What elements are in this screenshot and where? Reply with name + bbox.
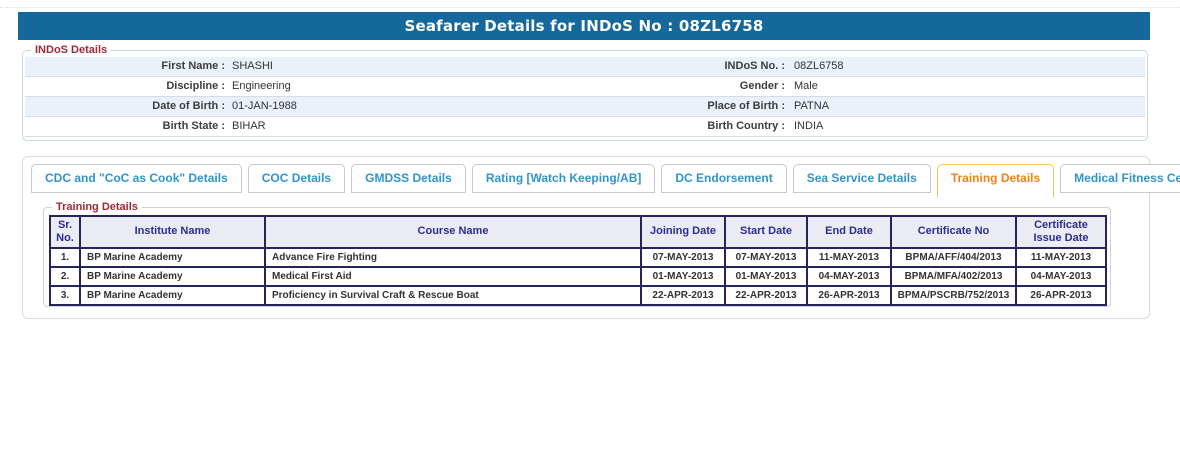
indos-rows: First Name :SHASHIINDoS No. :08ZL6758Dis… bbox=[25, 57, 1145, 137]
tab-dc-endorsement[interactable]: DC Endorsement bbox=[661, 164, 786, 193]
column-header: Certificate No bbox=[891, 216, 1016, 248]
page-title-bar: Seafarer Details for INDoS No : 08ZL6758 bbox=[18, 12, 1150, 40]
field-value: Male bbox=[785, 77, 1145, 96]
tab-gmdss-details[interactable]: GMDSS Details bbox=[351, 164, 466, 193]
table-cell: 07-MAY-2013 bbox=[641, 248, 725, 267]
indos-row: First Name :SHASHIINDoS No. :08ZL6758 bbox=[25, 57, 1145, 77]
column-header: Institute Name bbox=[80, 216, 265, 248]
table-cell: BPMA/MFA/402/2013 bbox=[891, 267, 1016, 286]
table-cell: 11-MAY-2013 bbox=[1016, 248, 1106, 267]
field-value: 08ZL6758 bbox=[785, 57, 1145, 76]
table-cell: 3. bbox=[50, 286, 80, 305]
training-details-section: Training Details Sr. No.Institute NameCo… bbox=[43, 201, 1111, 307]
training-table: Sr. No.Institute NameCourse NameJoining … bbox=[49, 215, 1107, 306]
column-header: Joining Date bbox=[641, 216, 725, 248]
table-row: 2.BP Marine AcademyMedical First Aid01-M… bbox=[50, 267, 1106, 286]
field-label: Place of Birth : bbox=[577, 97, 785, 116]
top-divider bbox=[0, 7, 1180, 8]
table-cell: 07-MAY-2013 bbox=[725, 248, 807, 267]
field-value: 01-JAN-1988 bbox=[225, 97, 577, 116]
indos-section-title: INDoS Details bbox=[31, 44, 111, 56]
column-header: Start Date bbox=[725, 216, 807, 248]
table-row: 1.BP Marine AcademyAdvance Fire Fighting… bbox=[50, 248, 1106, 267]
field-label: INDoS No. : bbox=[577, 57, 785, 76]
tab-panel: CDC and "CoC as Cook" DetailsCOC Details… bbox=[22, 156, 1150, 319]
table-cell: BPMA/PSCRB/752/2013 bbox=[891, 286, 1016, 305]
table-cell: 01-MAY-2013 bbox=[641, 267, 725, 286]
indos-row: Date of Birth :01-JAN-1988Place of Birth… bbox=[25, 97, 1145, 117]
tab-bar: CDC and "CoC as Cook" DetailsCOC Details… bbox=[23, 157, 1149, 198]
column-header: End Date bbox=[807, 216, 891, 248]
column-header: Certificate Issue Date bbox=[1016, 216, 1106, 248]
field-label: Discipline : bbox=[25, 77, 225, 96]
table-cell: 2. bbox=[50, 267, 80, 286]
field-value: PATNA bbox=[785, 97, 1145, 116]
field-value: BIHAR bbox=[225, 117, 577, 136]
table-cell: 26-APR-2013 bbox=[807, 286, 891, 305]
table-cell: 22-APR-2013 bbox=[725, 286, 807, 305]
table-cell: 22-APR-2013 bbox=[641, 286, 725, 305]
page-title: Seafarer Details for INDoS No : 08ZL6758 bbox=[18, 12, 1150, 40]
tab-coc-details[interactable]: COC Details bbox=[248, 164, 345, 193]
field-value: Engineering bbox=[225, 77, 577, 96]
training-section-title: Training Details bbox=[52, 201, 142, 213]
indos-row: Birth State :BIHARBirth Country :INDIA bbox=[25, 117, 1145, 137]
table-header-row: Sr. No.Institute NameCourse NameJoining … bbox=[50, 216, 1106, 248]
table-cell: BP Marine Academy bbox=[80, 267, 265, 286]
table-cell: Advance Fire Fighting bbox=[265, 248, 641, 267]
column-header: Course Name bbox=[265, 216, 641, 248]
indos-row: Discipline :EngineeringGender :Male bbox=[25, 77, 1145, 97]
field-label: Date of Birth : bbox=[25, 97, 225, 116]
table-cell: 01-MAY-2013 bbox=[725, 267, 807, 286]
field-value: SHASHI bbox=[225, 57, 577, 76]
field-label: Birth Country : bbox=[577, 117, 785, 136]
tab-sea-service-details[interactable]: Sea Service Details bbox=[793, 164, 931, 193]
field-label: Birth State : bbox=[25, 117, 225, 136]
table-cell: Medical First Aid bbox=[265, 267, 641, 286]
field-label: Gender : bbox=[577, 77, 785, 96]
tab-medical-fitness-certificate[interactable]: Medical Fitness Certificate bbox=[1060, 164, 1180, 193]
table-cell: 04-MAY-2013 bbox=[807, 267, 891, 286]
tab-rating-watch-keeping-ab[interactable]: Rating [Watch Keeping/AB] bbox=[472, 164, 656, 193]
table-cell: 11-MAY-2013 bbox=[807, 248, 891, 267]
field-value: INDIA bbox=[785, 117, 1145, 136]
table-cell: BP Marine Academy bbox=[80, 286, 265, 305]
table-cell: 04-MAY-2013 bbox=[1016, 267, 1106, 286]
tab-training-details[interactable]: Training Details bbox=[937, 164, 1054, 198]
table-cell: 1. bbox=[50, 248, 80, 267]
table-cell: Proficiency in Survival Craft & Rescue B… bbox=[265, 286, 641, 305]
indos-details-section: INDoS Details First Name :SHASHIINDoS No… bbox=[22, 44, 1148, 141]
table-cell: BP Marine Academy bbox=[80, 248, 265, 267]
field-label: First Name : bbox=[25, 57, 225, 76]
table-row: 3.BP Marine AcademyProficiency in Surviv… bbox=[50, 286, 1106, 305]
tab-cdc-and-coc-as-cook-details[interactable]: CDC and "CoC as Cook" Details bbox=[31, 164, 242, 193]
column-header: Sr. No. bbox=[50, 216, 80, 248]
table-cell: BPMA/AFF/404/2013 bbox=[891, 248, 1016, 267]
table-cell: 26-APR-2013 bbox=[1016, 286, 1106, 305]
